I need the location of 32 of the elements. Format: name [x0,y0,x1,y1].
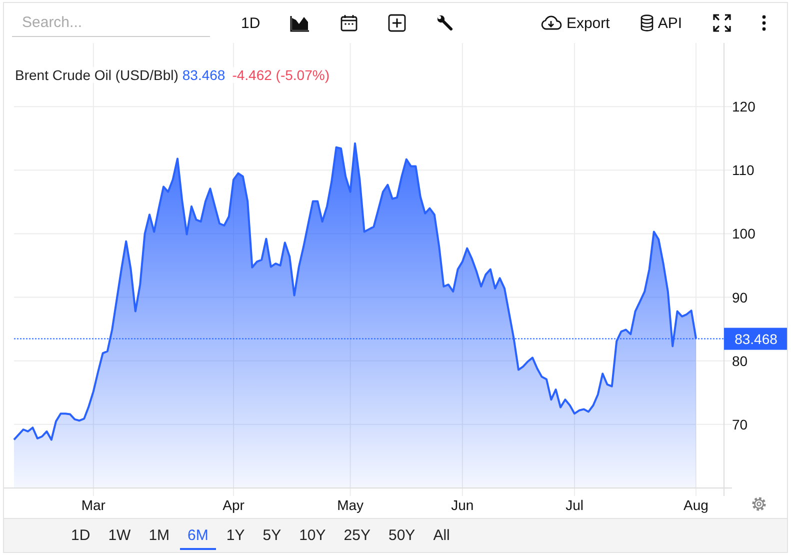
settings-icon[interactable] [752,497,766,511]
range-tab[interactable]: 1Y [218,521,253,550]
y-axis-label: 70 [732,416,748,432]
y-axis-label: 80 [732,352,748,369]
range-tab[interactable]: 1W [100,521,139,550]
x-axis-label: Jul [566,497,584,513]
database-icon [640,14,654,32]
range-tab[interactable]: 1D [63,521,98,550]
range-tab[interactable]: 25Y [336,521,378,550]
x-axis-label: Jun [451,497,474,513]
x-axis-label: Mar [81,497,106,513]
range-tab[interactable]: 10Y [291,521,334,550]
price-change: -4.462 (-5.07%) [232,67,330,83]
y-axis-label: 110 [732,162,754,178]
range-tab[interactable]: All [425,521,458,550]
cloud-download-icon [540,15,562,31]
range-tab[interactable]: 1M [140,521,178,550]
y-axis-label: 100 [732,226,756,242]
last-price-badge: 83.468 [724,328,787,350]
range-tab[interactable]: 50Y [380,521,424,550]
chart-title: Brent Crude Oil (USD/Bbl) [15,67,178,83]
y-axis-label: 90 [732,289,748,306]
interval-button[interactable]: 1D [235,10,266,36]
range-tab[interactable]: 6M [180,521,216,550]
y-axis-label: 120 [732,98,756,115]
api-button[interactable]: API [634,10,688,36]
x-axis-label: Aug [684,497,708,513]
x-axis-label: Apr [222,497,244,513]
export-button[interactable]: Export [534,10,616,36]
x-axis-label: May [337,497,364,513]
price-value: 83.468 [182,67,226,83]
range-tab[interactable]: 5Y [254,521,290,550]
